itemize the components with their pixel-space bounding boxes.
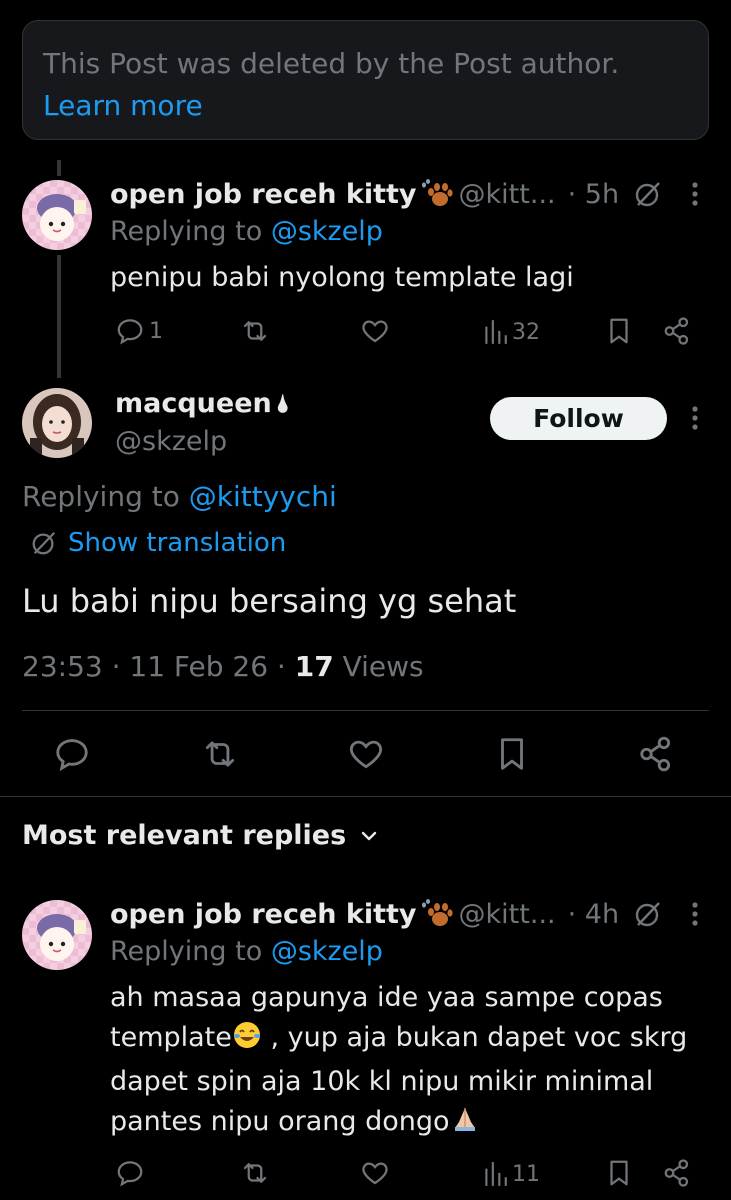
grok-icon[interactable] [633, 179, 663, 209]
share-button[interactable] [634, 732, 678, 776]
repost-button[interactable] [240, 316, 270, 346]
replies-sort-dropdown[interactable]: Most relevant replies [22, 820, 378, 851]
post-meta: 23:53 · 11 Feb 26 · 17 Views [22, 650, 424, 683]
replying-to-prefix: Replying to [110, 216, 271, 247]
grok-icon[interactable] [633, 899, 663, 929]
more-options-icon[interactable] [680, 174, 710, 214]
show-translation-label: Show translation [68, 528, 287, 558]
replying-to: Replying to @skzelp [110, 216, 383, 247]
bookmark-button[interactable] [490, 732, 534, 776]
tweet-line-part: template [110, 1022, 232, 1053]
author-handle[interactable]: @kitt... [459, 179, 556, 210]
reply-button[interactable] [115, 1158, 145, 1188]
learn-more-link[interactable]: Learn more [43, 85, 688, 127]
thread-line-top [57, 160, 61, 176]
divider [0, 796, 731, 797]
author-name-text: macqueen [115, 388, 272, 419]
tweet-line: ah masaa gapunya ide yaa sampe copas [110, 982, 663, 1013]
replying-to-link[interactable]: @skzelp [271, 936, 383, 967]
praying-hands-emoji-icon [450, 1104, 480, 1146]
replying-to-link[interactable]: @kittyychi [189, 480, 337, 513]
tweet-line-part: pantes nipu orang dongo [110, 1106, 450, 1137]
tweet-line: dapet spin aja 10k kl nipu mikir minimal [110, 1066, 654, 1097]
replying-to: Replying to @kittyychi [22, 480, 337, 513]
replying-to-prefix: Replying to [110, 936, 271, 967]
views-button[interactable]: 32 [482, 318, 540, 346]
more-options-icon[interactable] [680, 894, 710, 934]
views-count: 32 [512, 319, 540, 345]
tweet-text: Lu babi nipu bersaing yg sehat [22, 582, 517, 620]
repost-button[interactable] [198, 732, 242, 776]
replies-sort-label: Most relevant replies [22, 820, 347, 851]
reply-button[interactable] [50, 732, 94, 776]
deleted-post-notice: This Post was deleted by the Post author… [22, 20, 709, 140]
bookmark-button[interactable] [604, 1158, 634, 1188]
deleted-post-text: This Post was deleted by the Post author… [43, 47, 620, 80]
post-time[interactable]: · 4h [568, 899, 619, 930]
author-name[interactable]: open job receh kitty [110, 899, 417, 930]
post-timestamp[interactable]: 23:53 · 11 Feb 26 · [22, 650, 295, 683]
views-count: 11 [512, 1161, 540, 1187]
reply-count: 1 [149, 318, 163, 344]
share-button[interactable] [662, 1158, 692, 1188]
repost-button[interactable] [240, 1158, 270, 1188]
tweet-line: pantes nipu orang dongo [110, 1102, 710, 1146]
show-translation-button[interactable]: Show translation [30, 528, 286, 558]
replying-to-link[interactable]: @skzelp [271, 216, 383, 247]
author-name[interactable]: open job receh kitty [110, 179, 417, 210]
reply2-header: open job receh kitty @kitt... · 4h [110, 894, 663, 934]
translate-icon [32, 531, 56, 555]
chevron-down-icon [360, 830, 378, 842]
tweet-text: penipu babi nyolong template lagi [110, 262, 574, 293]
follow-button[interactable]: Follow [490, 397, 667, 440]
replying-to-prefix: Replying to [22, 480, 189, 513]
reply-button[interactable]: 1 [115, 316, 163, 346]
replying-to: Replying to @skzelp [110, 936, 383, 967]
author-handle[interactable]: @kitt... [459, 899, 556, 930]
like-button[interactable] [360, 1158, 390, 1188]
bookmark-button[interactable] [604, 316, 634, 346]
name-emoji: 🌢 [275, 389, 291, 418]
laughing-emoji-icon [232, 1020, 262, 1062]
author-name[interactable]: macqueen 🌢 [115, 388, 290, 419]
author-handle[interactable]: @skzelp [115, 426, 227, 457]
paw-icon [419, 179, 453, 209]
tweet-text: ah masaa gapunya ide yaa sampe copas tem… [110, 978, 710, 1146]
paw-icon [419, 899, 453, 929]
divider [22, 710, 709, 711]
like-button[interactable] [360, 316, 390, 346]
more-options-icon[interactable] [680, 398, 710, 438]
avatar[interactable] [22, 180, 92, 250]
post-time[interactable]: · 5h [568, 179, 619, 210]
views-count: 17 [294, 650, 334, 683]
share-button[interactable] [662, 316, 692, 346]
tweet-line: template , yup aja bukan dapet voc skrg [110, 1018, 710, 1062]
avatar[interactable] [22, 900, 92, 970]
tweet-line-part: , yup aja bukan dapet voc skrg [261, 1022, 688, 1053]
avatar[interactable] [22, 388, 92, 458]
like-button[interactable] [344, 732, 388, 776]
views-button[interactable]: 11 [482, 1160, 540, 1188]
views-label: Views [333, 650, 424, 683]
reply1-header: open job receh kitty @kitt... · 5h [110, 174, 663, 214]
thread-line-connector [57, 255, 61, 378]
